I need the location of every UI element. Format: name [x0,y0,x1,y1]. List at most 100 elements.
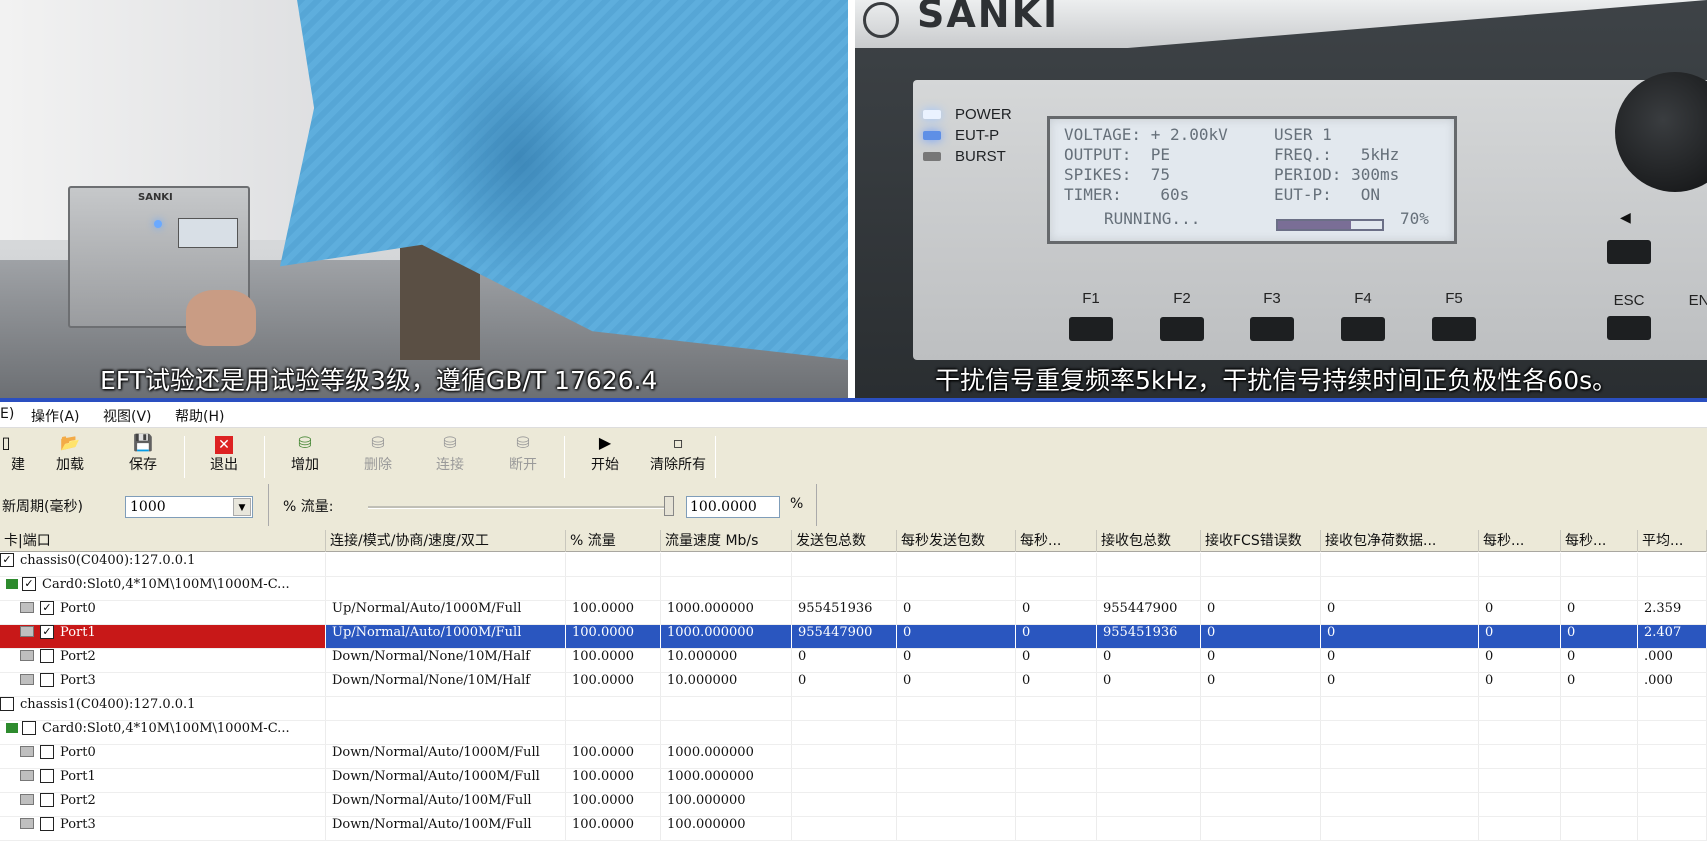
table-cell [1016,817,1097,841]
folder-open-icon: 📂 [60,433,80,452]
table-row[interactable]: ✓ Port1 Up/Normal/Auto/1000M/Full 100.0000 1… [0,625,1707,649]
row-name: Port1 [60,625,96,640]
lab-video-frame: SANKI EFT试验还是用试验等级3级，遵循GB/T 17626.4 [0,0,848,398]
device-screen [178,218,238,248]
refresh-period-select[interactable]: 1000 ▼ [125,496,253,518]
menu-help[interactable]: 帮助(H) [175,406,224,426]
card-icon [6,578,18,589]
tree-cell[interactable]: Port1 [0,769,326,793]
table-cell: Up/Normal/Auto/1000M/Full [326,601,566,625]
tree-cell[interactable]: ✓ Port0 [0,601,326,625]
port-icon [20,602,34,613]
column-header[interactable]: 每秒发送包数 [897,530,1016,552]
column-header[interactable]: % 流量 [566,530,661,552]
table-row[interactable]: Port0 Down/Normal/Auto/1000M/Full 100.0000… [0,745,1707,769]
table-cell [326,553,566,577]
lcd-progress-bar [1276,219,1384,231]
table-row[interactable]: ✓ Card0:Slot0,4*10M\100M\1000M-C... [0,577,1707,601]
exit-button[interactable]: ✕ 退出 [194,430,254,480]
table-cell: 100.0000 [566,769,661,793]
tree-cell[interactable]: Port3 [0,673,326,697]
column-header[interactable]: 接收FCS错误数 [1201,530,1321,552]
column-header[interactable]: 每秒... [1016,530,1097,552]
column-header[interactable]: 连接/模式/协商/速度/双工 [326,530,566,552]
row-checkbox[interactable]: ✓ [22,577,36,591]
row-checkbox[interactable] [40,769,54,783]
tree-cell[interactable]: Port3 [0,817,326,841]
table-cell [792,745,897,769]
column-header[interactable]: 每秒... [1479,530,1561,552]
row-checkbox[interactable]: ✓ [40,601,54,615]
row-checkbox[interactable] [40,817,54,831]
table-row[interactable]: ✓ Port0 Up/Normal/Auto/1000M/Full 100.0000 1… [0,601,1707,625]
tree-cell[interactable]: Port2 [0,793,326,817]
table-cell [1479,577,1561,601]
delete-button[interactable]: ⛁ 删除 [348,430,408,480]
save-button[interactable]: 💾 保存 [113,430,173,480]
table-row[interactable]: Port1 Down/Normal/Auto/1000M/Full 100.0000… [0,769,1707,793]
table-row[interactable]: Port3 Down/Normal/Auto/100M/Full 100.0000 1… [0,817,1707,841]
table-row[interactable]: ✓ chassis0(C0400):127.0.0.1 [0,553,1707,577]
en-label: EN [1688,292,1707,309]
tree-cell[interactable]: Card0:Slot0,4*10M\100M\1000M-C... [0,721,326,745]
disconnect-button[interactable]: ⛁ 断开 [493,430,553,480]
row-checkbox[interactable] [40,673,54,687]
column-header[interactable]: 接收包净荷数据... [1321,530,1479,552]
chevron-down-icon[interactable]: ▼ [233,498,251,516]
esc-key-cap [1607,316,1651,340]
flow-input[interactable]: 100.0000 [686,496,780,518]
tree-cell[interactable]: ✓ chassis0(C0400):127.0.0.1 [0,553,326,577]
clear-all-button[interactable]: ▫ 清除所有 [647,430,709,480]
row-checkbox[interactable] [40,745,54,759]
flow-slider-thumb[interactable] [664,496,674,516]
add-button[interactable]: ⛁ 增加 [275,430,335,480]
port-icon [20,770,34,781]
table-cell: Down/Normal/Auto/100M/Full [326,793,566,817]
tree-cell[interactable]: ✓ Port1 [0,625,326,649]
row-checkbox[interactable] [0,697,14,711]
row-checkbox[interactable] [22,721,36,735]
table-cell [1097,745,1201,769]
row-checkbox[interactable]: ✓ [40,625,54,639]
table-cell [1561,577,1638,601]
column-header[interactable]: 卡|端口 [0,530,326,552]
tree-cell[interactable]: chassis1(C0400):127.0.0.1 [0,697,326,721]
column-header[interactable]: 接收包总数 [1097,530,1201,552]
row-checkbox[interactable]: ✓ [0,553,14,567]
fkey-label: F4 [1354,290,1372,307]
table-row[interactable]: Port3 Down/Normal/None/10M/Half 100.0000 10… [0,673,1707,697]
tree-cell[interactable]: ✓ Card0:Slot0,4*10M\100M\1000M-C... [0,577,326,601]
table-row[interactable]: chassis1(C0400):127.0.0.1 [0,697,1707,721]
start-button[interactable]: ▶ 开始 [575,430,635,480]
table-cell [1479,793,1561,817]
table-row[interactable]: Card0:Slot0,4*10M\100M\1000M-C... [0,721,1707,745]
table-cell: 955451936 [1097,625,1201,649]
menu-view[interactable]: 视图(V) [103,406,152,426]
tree-cell[interactable]: Port0 [0,745,326,769]
table-cell: 1000.000000 [661,601,792,625]
menu-edit[interactable]: E) [0,406,14,422]
load-button[interactable]: 📂 加载 [40,430,100,480]
table-cell [1321,721,1479,745]
table-row[interactable]: Port2 Down/Normal/None/10M/Half 100.0000 10… [0,649,1707,673]
flow-slider-track[interactable] [368,506,672,509]
port-icon [20,794,34,805]
tree-cell[interactable]: Port2 [0,649,326,673]
menu-operation[interactable]: 操作(A) [31,406,80,426]
column-header[interactable]: 流量速度 Mb/s [661,530,792,552]
row-checkbox[interactable] [40,793,54,807]
generator-closeup-frame: SANKI POWER EUT-P BURST VOLTAGE: + 2.00k… [855,0,1707,398]
table-cell: 0 [1201,601,1321,625]
column-header[interactable]: 平均... [1638,530,1707,552]
row-checkbox[interactable] [40,649,54,663]
table-row[interactable]: Port2 Down/Normal/Auto/100M/Full 100.0000 1… [0,793,1707,817]
column-header[interactable]: 每秒... [1561,530,1638,552]
new-button[interactable]: ▯ 建 [0,430,36,480]
connect-button[interactable]: ⛁ 连接 [420,430,480,480]
table-cell [1638,697,1707,721]
brand-bar: SANKI [855,0,1707,48]
table-cell: 100.0000 [566,745,661,769]
lcd-progress-fill [1278,221,1351,229]
add-device-icon: ⛁ [298,433,312,452]
column-header[interactable]: 发送包总数 [792,530,897,552]
